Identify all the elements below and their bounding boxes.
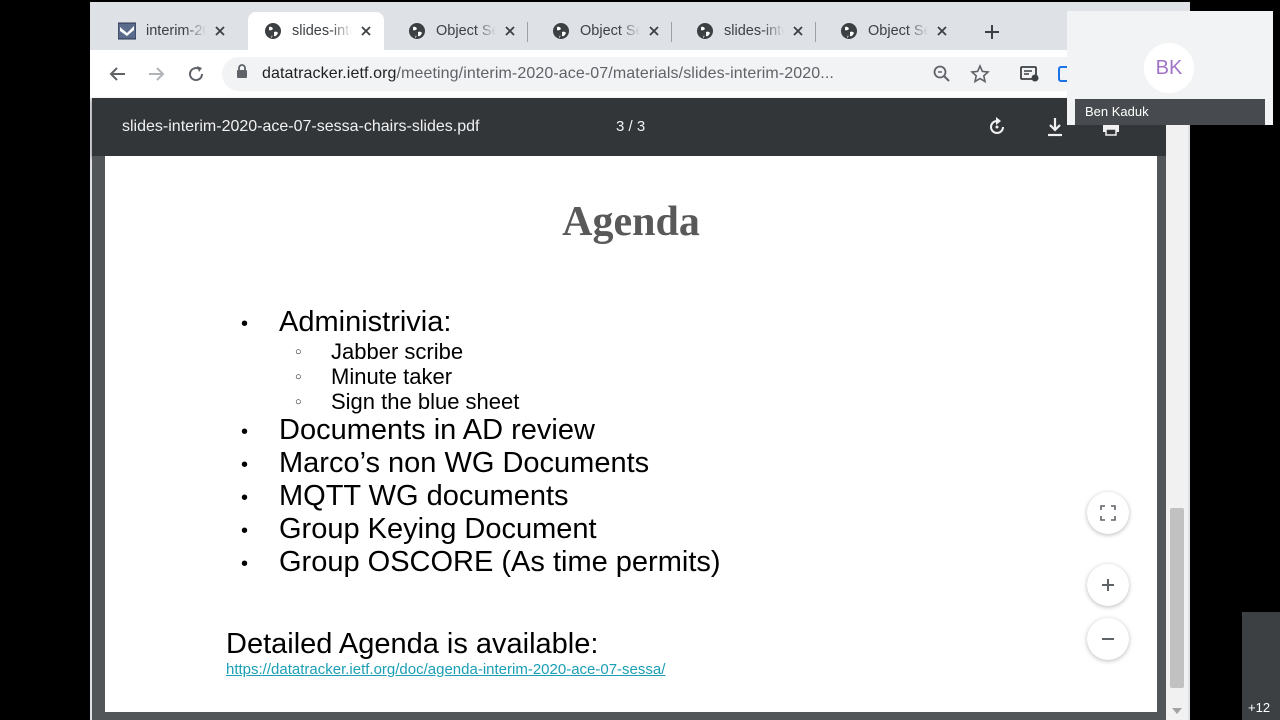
tab-3[interactable]: Object Security	[392, 12, 528, 50]
fit-page-button[interactable]	[1087, 492, 1129, 534]
pdf-toolbar: slides-interim-2020-ace-07-sessa-chairs-…	[92, 98, 1166, 156]
url-path: /meeting/interim-2020-ace-07/materials/s…	[396, 65, 834, 82]
cast-button[interactable]	[1016, 60, 1044, 88]
agenda-item: Marco’s non WG Documents	[241, 447, 721, 482]
tab-separator	[671, 22, 672, 42]
download-icon	[1048, 118, 1062, 137]
media-icon	[1020, 66, 1039, 82]
fit-to-page-icon	[1100, 505, 1116, 521]
globe-icon	[408, 22, 426, 40]
tab-strip: interim-2020-ace-07 slides-interim-2020 …	[90, 2, 1190, 50]
arrow-left-icon	[109, 67, 125, 81]
close-icon[interactable]	[934, 23, 950, 39]
scroll-down-arrow-icon[interactable]	[1172, 708, 1182, 714]
scrollbar-thumb[interactable]	[1170, 508, 1184, 688]
arrow-right-icon	[149, 67, 165, 81]
forward-button[interactable]	[142, 60, 170, 88]
url-domain: datatracker.ietf.org	[262, 65, 397, 82]
reload-icon	[189, 66, 204, 82]
rotate-button[interactable]	[986, 116, 1008, 138]
agenda-item: Administrivia:	[241, 306, 721, 341]
address-bar[interactable]: datatracker.ietf.org/meeting/interim-202…	[222, 57, 1102, 91]
agenda-subitem: Minute taker	[241, 364, 721, 390]
close-icon[interactable]	[212, 23, 228, 39]
tab-4[interactable]: Object Security	[536, 12, 672, 50]
url-text: datatracker.ietf.org/meeting/interim-202…	[262, 65, 952, 83]
browser-toolbar: datatracker.ietf.org/meeting/interim-202…	[90, 50, 1190, 98]
zoom-out-button[interactable]	[1087, 618, 1129, 660]
globe-icon	[552, 22, 570, 40]
star-icon[interactable]	[970, 64, 990, 84]
plus-icon	[1102, 579, 1114, 591]
pdf-content[interactable]: Agenda Administrivia: Jabber scribe Minu…	[92, 156, 1166, 720]
page-indicator: 3 / 3	[616, 118, 646, 135]
tab-title: Object Security	[868, 23, 928, 39]
tab-5[interactable]: slides-interim-2020	[680, 12, 816, 50]
tab-title: slides-interim-2020	[724, 23, 784, 39]
rotate-icon	[990, 117, 1004, 134]
agenda-item: MQTT WG documents	[241, 480, 721, 515]
more-participants-count: +12	[1248, 700, 1271, 715]
zoom-icon[interactable]	[932, 64, 952, 84]
new-tab-button[interactable]	[980, 20, 1004, 44]
detail-text: Detailed Agenda is available:	[226, 628, 599, 660]
back-button[interactable]	[104, 60, 132, 88]
globe-icon	[696, 22, 714, 40]
agenda-item: Group OSCORE (As time permits)	[241, 546, 721, 581]
tab-separator	[815, 22, 816, 42]
plus-icon	[985, 25, 999, 39]
close-icon[interactable]	[646, 23, 662, 39]
avatar: BK	[1144, 43, 1194, 93]
tab-2[interactable]: slides-interim-2020	[248, 12, 384, 50]
tab-1[interactable]: interim-2020-ace-07	[102, 12, 238, 50]
agenda-subitem: Jabber scribe	[241, 339, 721, 365]
participant-name: Ben Kaduk	[1075, 99, 1265, 125]
download-button[interactable]	[1044, 116, 1066, 138]
globe-icon	[264, 22, 282, 40]
slide-title: Agenda	[562, 199, 700, 245]
agenda-list: Administrivia: Jabber scribe Minute take…	[241, 306, 721, 581]
tab-title: Object Security	[580, 23, 640, 39]
more-participants[interactable]: +12	[1242, 612, 1280, 720]
agenda-item: Documents in AD review	[241, 414, 721, 449]
reload-button[interactable]	[182, 60, 210, 88]
agenda-subitem: Sign the blue sheet	[241, 389, 721, 415]
tab-title: Object Security	[436, 23, 496, 39]
minus-icon	[1102, 638, 1114, 640]
participant-video-tile[interactable]: BK Ben Kaduk	[1067, 11, 1273, 125]
pdf-page: Agenda Administrivia: Jabber scribe Minu…	[105, 156, 1157, 712]
agenda-link[interactable]: https://datatracker.ietf.org/doc/agenda-…	[226, 661, 665, 678]
scrollbar[interactable]	[1166, 98, 1188, 720]
globe-icon	[840, 22, 858, 40]
close-icon[interactable]	[790, 23, 806, 39]
tab-title: slides-interim-2020	[292, 23, 352, 39]
tab-title: interim-2020-ace-07	[146, 23, 206, 39]
pdf-filename: slides-interim-2020-ace-07-sessa-chairs-…	[122, 118, 480, 135]
tab-6[interactable]: Object Security	[824, 12, 960, 50]
ietf-icon	[117, 22, 137, 40]
close-icon[interactable]	[358, 23, 374, 39]
browser-window: interim-2020-ace-07 slides-interim-2020 …	[90, 2, 1190, 720]
close-icon[interactable]	[502, 23, 518, 39]
lock-icon	[236, 64, 248, 84]
tab-separator	[527, 22, 528, 42]
zoom-in-button[interactable]	[1087, 564, 1129, 606]
agenda-item: Group Keying Document	[241, 513, 721, 548]
